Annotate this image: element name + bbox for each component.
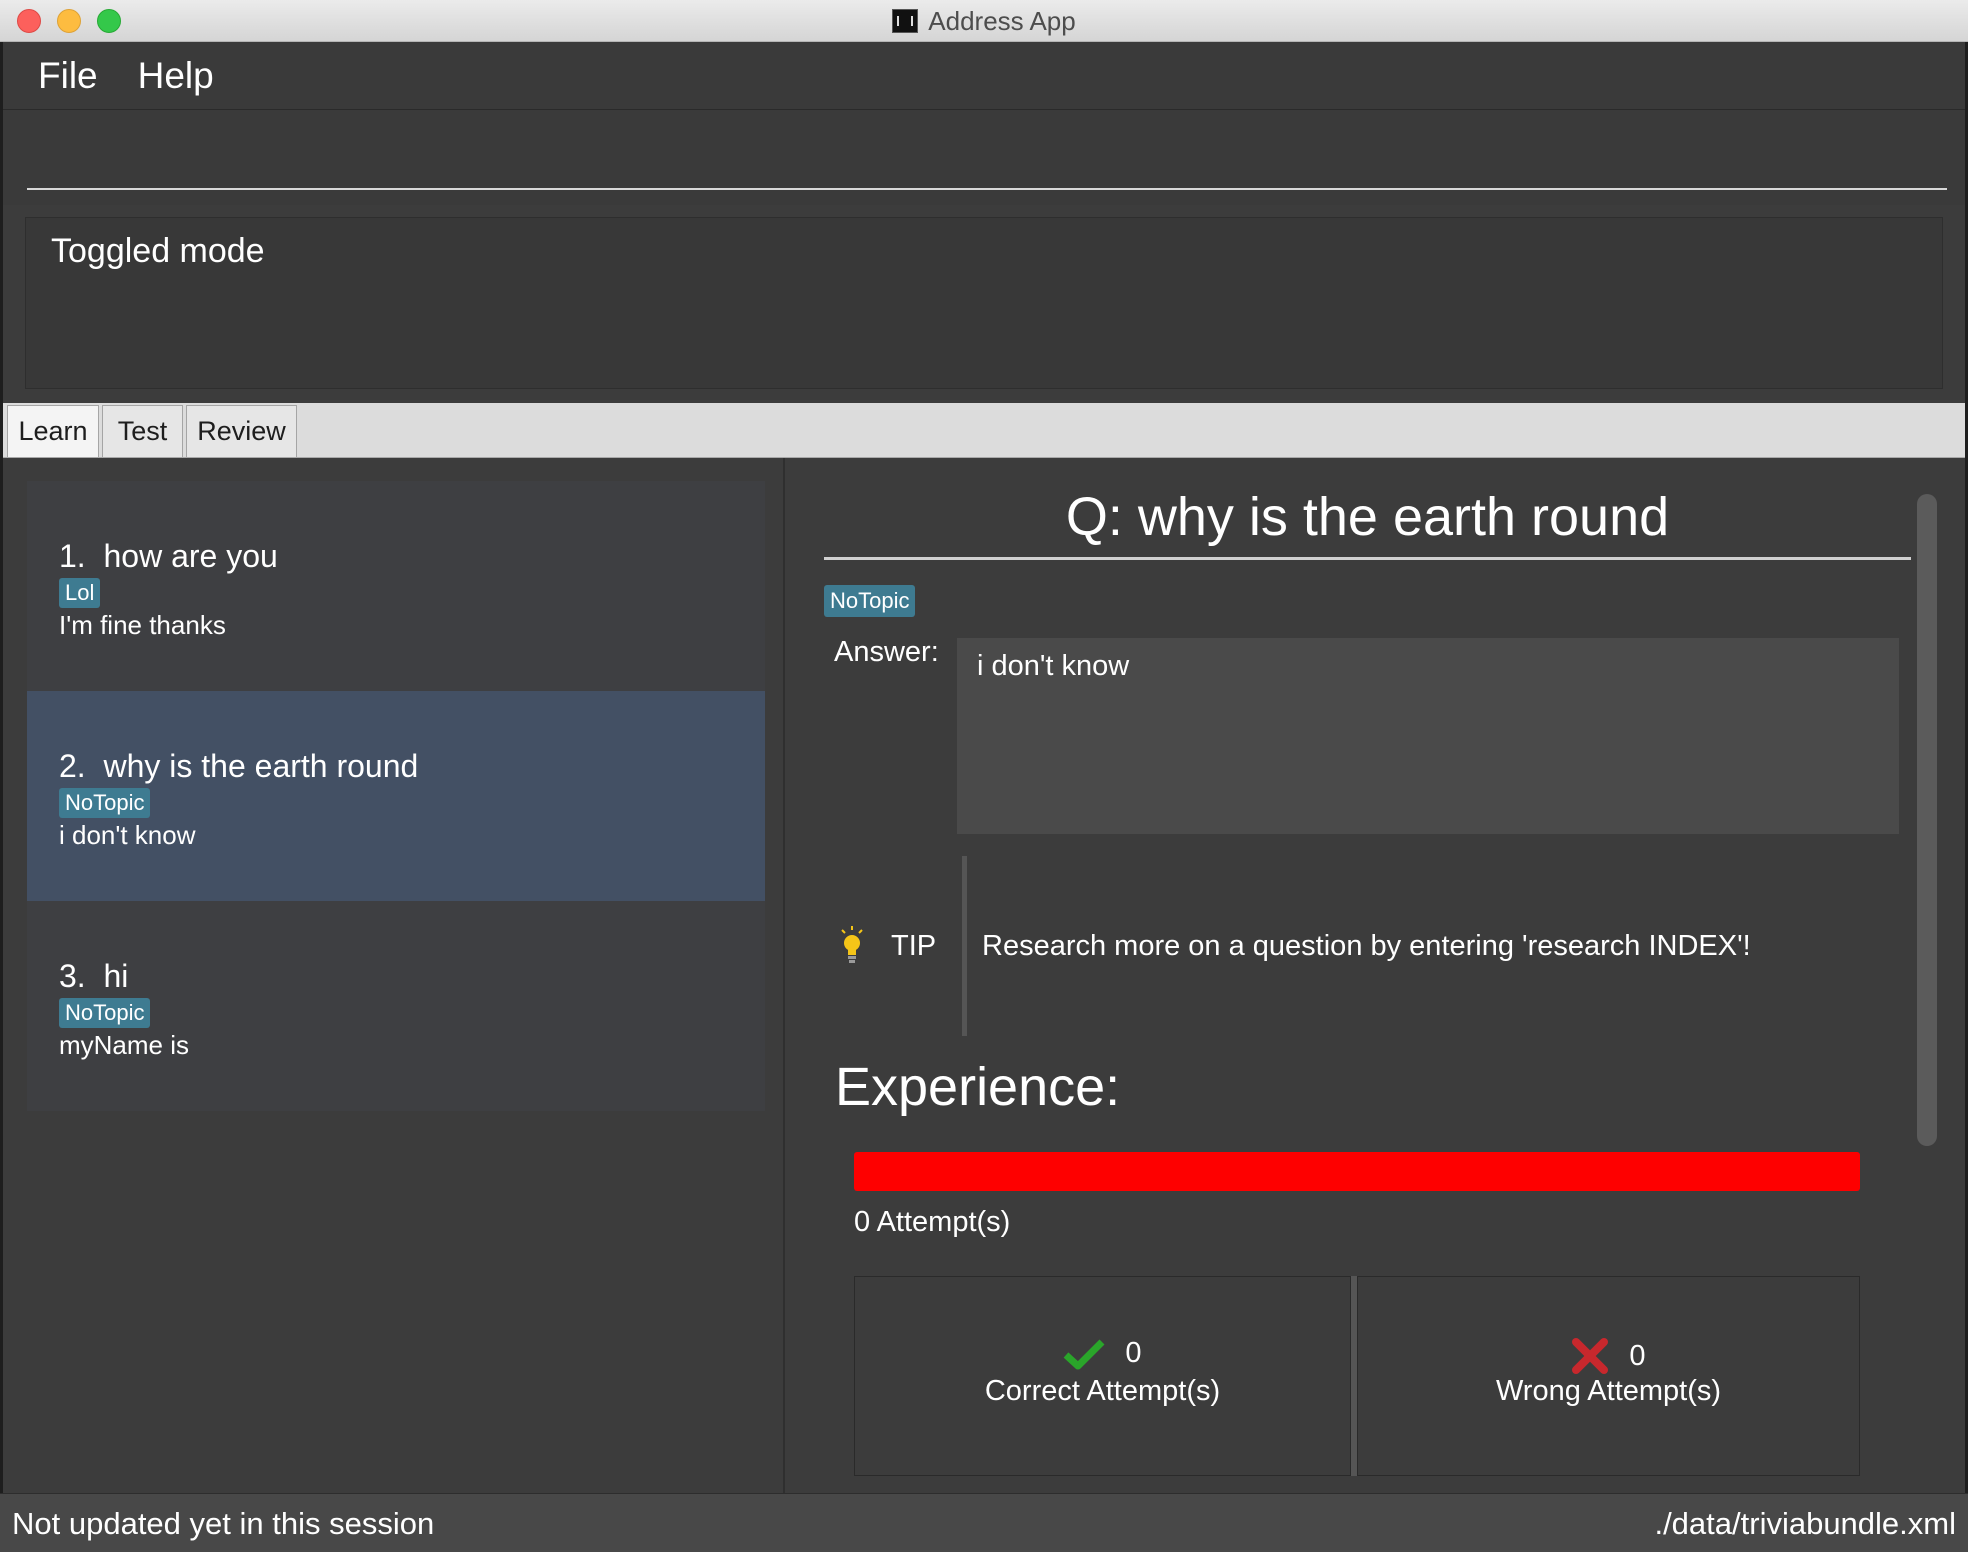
tab-bar: Learn Test Review	[3, 403, 1965, 458]
question-list: 1. how are you Lol I'm fine thanks 2. wh…	[3, 458, 783, 1493]
cross-icon	[1572, 1338, 1609, 1374]
card-index: 1.	[59, 538, 86, 574]
card-title: 2. why is the earth round	[59, 746, 765, 786]
window-titlebar: Address App	[0, 0, 1968, 42]
question-detail-panel: Q: why is the earth round NoTopic Answer…	[785, 458, 1965, 1493]
tip-label: TIP	[891, 930, 937, 962]
card-title: 3. hi	[59, 956, 765, 996]
correct-label: Correct Attempt(s)	[984, 1375, 1221, 1407]
card-tag: NoTopic	[59, 998, 151, 1028]
detail-scrollbar-thumb[interactable]	[1917, 494, 1937, 1146]
attempts-count: 0 Attempt(s)	[854, 1206, 1011, 1238]
tab-review[interactable]: Review	[186, 405, 297, 457]
experience-heading: Experience:	[835, 1057, 1121, 1117]
correct-count: 0	[1125, 1337, 1142, 1369]
command-input[interactable]	[27, 188, 1947, 190]
title-underline	[824, 557, 1911, 560]
menu-file[interactable]: File	[38, 55, 98, 97]
card-tag: NoTopic	[59, 788, 151, 818]
window-title-text: Address App	[928, 5, 1076, 36]
list-item[interactable]: 1. how are you Lol I'm fine thanks	[27, 481, 765, 691]
card-index: 2.	[59, 748, 86, 784]
experience-progress-bar	[854, 1152, 1860, 1191]
card-title: 1. how are you	[59, 536, 765, 576]
result-display: Toggled mode	[25, 217, 1943, 389]
address-app-icon	[892, 9, 919, 33]
question-title: Q: why is the earth round	[1065, 487, 1670, 547]
topic-tag: NoTopic	[824, 585, 916, 617]
tab-test[interactable]: Test	[102, 405, 183, 457]
tab-learn[interactable]: Learn	[7, 405, 99, 457]
sync-status: Not updated yet in this session	[12, 1506, 435, 1541]
card-question: hi	[103, 958, 129, 994]
command-box	[3, 110, 1965, 205]
answer-box: i don't know	[957, 638, 1899, 834]
status-bar: Not updated yet in this session ./data/t…	[0, 1493, 1968, 1552]
wrong-attempts-panel: 0 Wrong Attempt(s)	[1357, 1276, 1860, 1476]
card-answer: myName is	[59, 1030, 190, 1060]
menu-bar: File Help	[3, 42, 1965, 110]
card-question: how are you	[103, 538, 278, 574]
tip-text: Research more on a question by entering …	[982, 930, 1751, 962]
card-answer: I'm fine thanks	[59, 610, 226, 640]
answer-label: Answer:	[834, 636, 939, 668]
card-answer: i don't know	[59, 820, 196, 850]
correct-attempts-panel: 0 Correct Attempt(s)	[854, 1276, 1351, 1476]
card-question: why is the earth round	[103, 748, 419, 784]
wrong-label: Wrong Attempt(s)	[1495, 1375, 1722, 1407]
lightbulb-icon	[841, 926, 863, 963]
list-item-selected[interactable]: 2. why is the earth round NoTopic i don'…	[27, 691, 765, 901]
window-title: Address App	[0, 0, 1968, 42]
menu-help[interactable]: Help	[138, 55, 214, 97]
card-tag: Lol	[59, 578, 101, 608]
save-location: ./data/triviabundle.xml	[1654, 1506, 1956, 1541]
card-index: 3.	[59, 958, 86, 994]
tip-separator	[962, 856, 967, 1036]
list-item[interactable]: 3. hi NoTopic myName is	[27, 901, 765, 1111]
wrong-count: 0	[1629, 1339, 1646, 1372]
checkmark-icon	[1064, 1339, 1105, 1369]
